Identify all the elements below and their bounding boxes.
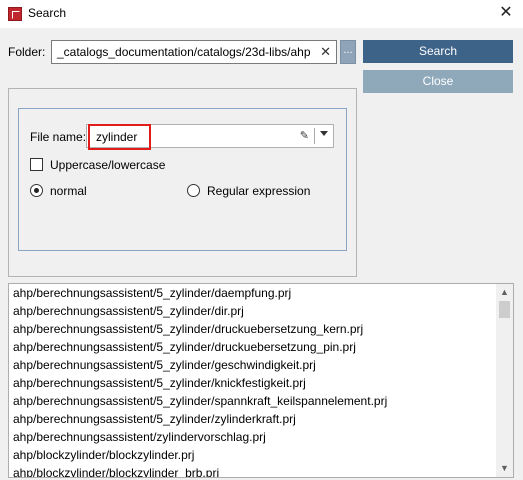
list-item[interactable]: ahp/blockzylinder/blockzylinder.prj (13, 446, 387, 464)
dropdown-separator (314, 128, 315, 144)
list-item[interactable]: ahp/berechnungsassistent/zylindervorschl… (13, 428, 387, 446)
app-icon (8, 7, 22, 21)
scroll-up-icon[interactable]: ▲ (496, 284, 513, 301)
list-item[interactable]: ahp/berechnungsassistent/5_zylinder/span… (13, 392, 387, 410)
folder-label: Folder: (8, 45, 46, 59)
scroll-thumb[interactable] (499, 301, 510, 318)
list-item[interactable]: ahp/berechnungsassistent/5_zylinder/daem… (13, 284, 387, 302)
browse-button[interactable]: ... (340, 40, 356, 64)
results-list[interactable]: ahp/berechnungsassistent/5_zylinder/daem… (8, 283, 514, 478)
case-label: Uppercase/lowercase (50, 158, 166, 172)
vertical-scrollbar[interactable]: ▲ ▼ (496, 284, 513, 477)
search-button[interactable]: Search (363, 40, 513, 63)
folder-field[interactable]: _catalogs_documentation/catalogs/23d-lib… (51, 40, 337, 64)
list-item[interactable]: ahp/berechnungsassistent/5_zylinder/gesc… (13, 356, 387, 374)
normal-radio[interactable] (30, 184, 43, 197)
case-checkbox[interactable] (30, 158, 43, 171)
regex-label: Regular expression (207, 184, 311, 198)
normal-label: normal (50, 184, 87, 198)
title-bar: Search ✕ (0, 0, 523, 28)
list-item[interactable]: ahp/berechnungsassistent/5_zylinder/knic… (13, 374, 387, 392)
list-item[interactable]: ahp/berechnungsassistent/5_zylinder/zyli… (13, 410, 387, 428)
close-button[interactable]: Close (363, 70, 513, 93)
regex-radio[interactable] (187, 184, 200, 197)
chevron-down-icon[interactable] (320, 131, 328, 136)
file-name-input[interactable]: zylinder ✎ (86, 124, 334, 150)
window-title: Search (28, 6, 67, 20)
clear-icon[interactable]: ✕ (320, 44, 331, 60)
folder-value: _catalogs_documentation/catalogs/23d-lib… (57, 45, 311, 59)
list-item[interactable]: ahp/berechnungsassistent/5_zylinder/druc… (13, 338, 387, 356)
list-item[interactable]: ahp/blockzylinder/blockzylinder_brb.prj (13, 464, 387, 477)
scroll-down-icon[interactable]: ▼ (496, 460, 513, 477)
file-name-value: zylinder (96, 130, 138, 144)
list-item[interactable]: ahp/berechnungsassistent/5_zylinder/druc… (13, 320, 387, 338)
close-window-icon[interactable]: ✕ (495, 2, 517, 24)
file-name-label: File name: (30, 130, 87, 144)
pencil-icon[interactable]: ✎ (300, 129, 309, 142)
list-item[interactable]: ahp/berechnungsassistent/5_zylinder/dir.… (13, 302, 387, 320)
